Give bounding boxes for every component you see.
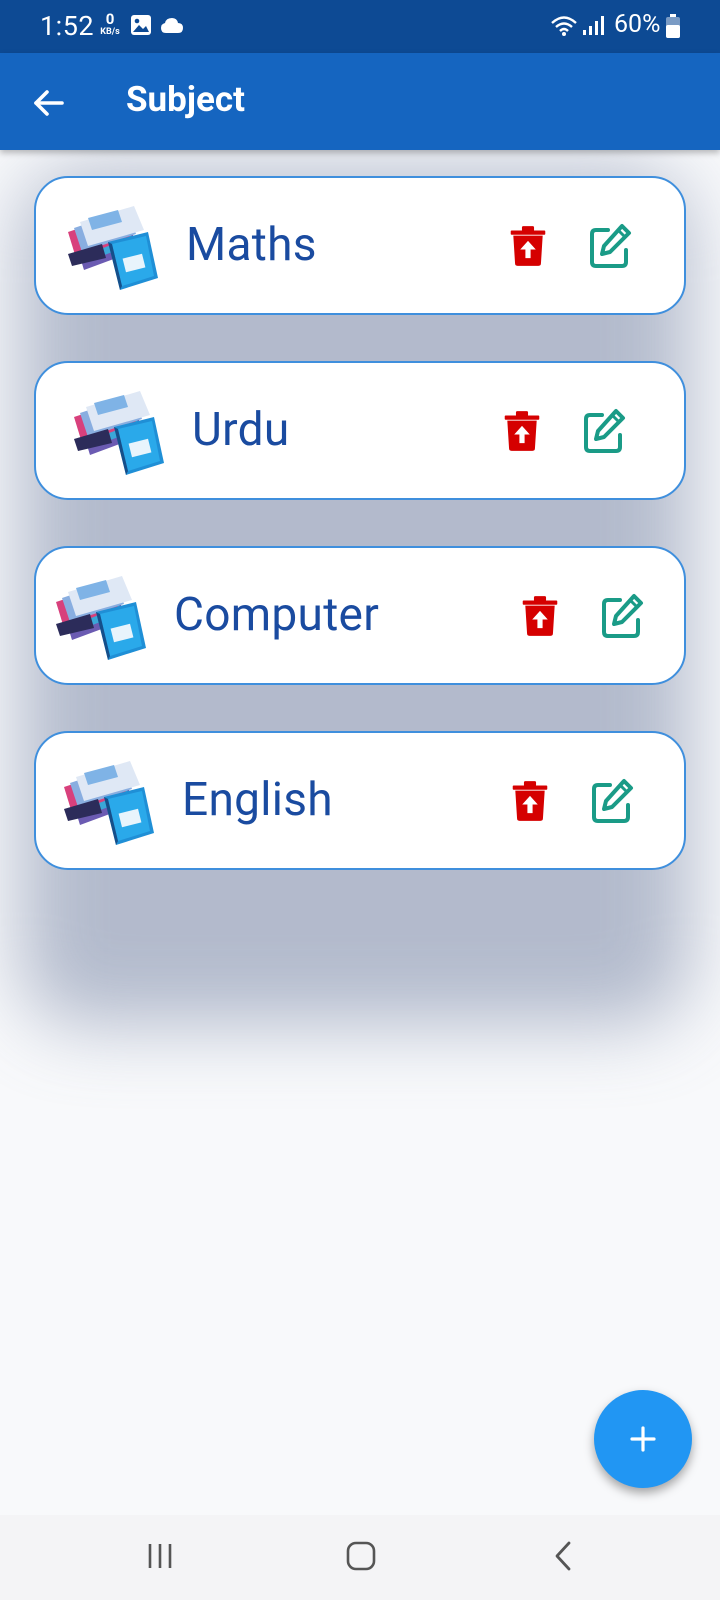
plus-icon [630, 1426, 656, 1452]
network-speed: 0 KB/s [96, 12, 124, 37]
edit-icon [582, 407, 626, 455]
edit-button[interactable] [582, 407, 626, 455]
subject-card[interactable]: Maths [34, 176, 686, 315]
edit-icon [588, 222, 632, 270]
edit-button[interactable] [590, 777, 634, 825]
subject-name: Urdu [192, 403, 290, 457]
books-image [50, 574, 150, 666]
cloud-icon [160, 16, 184, 38]
arrow-left-icon [34, 90, 64, 116]
network-speed-value: 0 [105, 10, 115, 28]
subject-card[interactable]: English [34, 731, 686, 870]
subject-card[interactable]: Computer [34, 546, 686, 685]
edit-icon [600, 592, 644, 640]
subject-name: English [182, 773, 333, 827]
battery-icon [666, 14, 680, 42]
back-icon [555, 1541, 571, 1571]
home-button[interactable] [331, 1531, 391, 1581]
recent-apps-icon [148, 1544, 172, 1568]
delete-upload-icon [511, 779, 549, 823]
add-subject-button[interactable] [594, 1390, 692, 1488]
subject-name: Maths [186, 218, 317, 272]
page-title: Subject [126, 79, 245, 120]
delete-button[interactable] [518, 592, 562, 640]
status-bar: 1:52 0 KB/s 60% [0, 0, 720, 53]
delete-button[interactable] [500, 407, 544, 455]
subject-card[interactable]: Urdu [34, 361, 686, 500]
delete-upload-icon [503, 409, 541, 453]
edit-icon [590, 777, 634, 825]
edit-button[interactable] [588, 222, 632, 270]
network-speed-unit: KB/s [100, 27, 120, 37]
battery-percentage: 60% [614, 10, 661, 39]
gallery-icon [130, 14, 152, 40]
books-image [68, 389, 168, 481]
status-time: 1:52 [40, 10, 95, 42]
subject-name: Computer [174, 588, 380, 642]
delete-button[interactable] [508, 777, 552, 825]
back-button[interactable] [24, 79, 72, 127]
recent-apps-button[interactable] [130, 1531, 190, 1581]
nav-back-button[interactable] [533, 1531, 593, 1581]
books-image [58, 759, 158, 851]
subject-list: Maths Urdu Computer English [0, 150, 720, 1515]
edit-button[interactable] [600, 592, 644, 640]
delete-upload-icon [521, 594, 559, 638]
wifi-icon [550, 15, 578, 41]
books-image [62, 204, 162, 296]
signal-icon [582, 16, 604, 40]
delete-upload-icon [509, 224, 547, 268]
home-icon [346, 1541, 376, 1571]
navigation-bar [0, 1515, 720, 1600]
delete-button[interactable] [506, 222, 550, 270]
app-bar: Subject [0, 53, 720, 150]
